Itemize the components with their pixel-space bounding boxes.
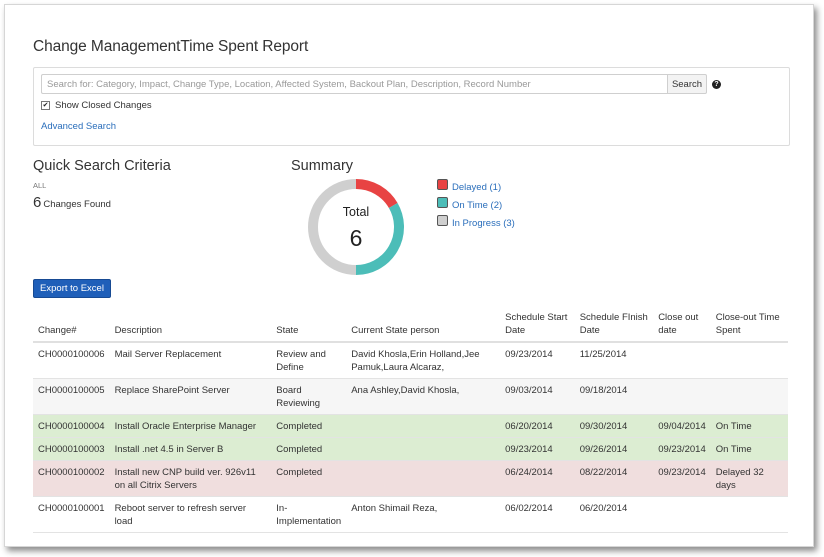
cell-schedule-start: 06/24/2014 [500, 460, 575, 497]
donut-slice-delayed [355, 179, 398, 209]
show-closed-checkbox[interactable]: ✔ [41, 101, 50, 110]
page-title: Change ManagementTime Spent Report [33, 38, 309, 55]
cell-schedule-finish: 09/30/2014 [574, 414, 654, 438]
col-header-description[interactable]: Description [109, 307, 272, 343]
table-row[interactable]: CH0000100005 Replace SharePoint Server B… [33, 378, 788, 415]
cell-close-out-date [653, 378, 711, 415]
cell-change-no: CH0000100005 [33, 378, 110, 415]
changes-found-count: 6 [33, 194, 42, 211]
cell-state: Completed [271, 437, 347, 461]
quick-search-title: Quick Search Criteria [33, 158, 171, 174]
cell-state: Review and Define [271, 342, 347, 379]
export-to-excel-button[interactable]: Export to Excel [33, 279, 111, 298]
legend-item-in-progress[interactable]: In Progress (3) [437, 214, 515, 229]
cell-person [346, 414, 501, 438]
search-panel: Search ? ✔ Show Closed Changes Advanced … [33, 67, 790, 146]
cell-schedule-start: 06/02/2014 [500, 496, 575, 533]
legend-item-delayed[interactable]: Delayed (1) [437, 178, 515, 193]
cell-person [346, 437, 501, 461]
cell-state: Board Reviewing [271, 378, 347, 415]
cell-change-no: CH0000100001 [33, 496, 110, 533]
cell-description: Install Oracle Enterprise Manager [109, 414, 272, 438]
help-icon[interactable]: ? [712, 80, 721, 89]
cell-schedule-start: 09/23/2014 [500, 342, 575, 379]
cell-description: Reboot server to refresh server load [109, 496, 272, 533]
report-window: Change ManagementTime Spent Report Searc… [4, 4, 814, 547]
cell-schedule-finish: 11/25/2014 [574, 342, 654, 379]
cell-change-no: CH0000100002 [33, 460, 110, 497]
col-header-schedule-finish[interactable]: Schedule FInish Date [574, 307, 654, 343]
cell-close-out-date: 09/23/2014 [653, 460, 711, 497]
cell-state: Completed [271, 414, 347, 438]
col-header-state[interactable]: State [271, 307, 347, 343]
cell-schedule-start: 09/23/2014 [500, 437, 575, 461]
cell-time-spent: On Time [710, 437, 788, 461]
show-closed-row[interactable]: ✔ Show Closed Changes [41, 100, 152, 111]
legend-label-in-progress: In Progress (3) [452, 217, 515, 229]
table-row[interactable]: CH0000100004 Install Oracle Enterprise M… [33, 414, 788, 438]
legend-label-on-time: On Time (2) [452, 199, 503, 211]
legend-item-on-time[interactable]: On Time (2) [437, 196, 515, 211]
search-button[interactable]: Search [667, 74, 707, 94]
summary-title: Summary [291, 158, 354, 174]
changes-found-label: Changes Found [43, 199, 111, 210]
cell-person: Ana Ashley,David Khosla, [346, 378, 501, 415]
cell-schedule-start: 06/20/2014 [500, 414, 575, 438]
col-header-time-spent[interactable]: Close-out Time Spent [710, 307, 788, 343]
cell-description: Replace SharePoint Server [109, 378, 272, 415]
changes-table: Change# Description State Current State … [33, 307, 788, 533]
cell-person: Anton Shimail Reza, [346, 496, 501, 533]
cell-state: Completed [271, 460, 347, 497]
col-header-change-no[interactable]: Change# [33, 307, 110, 343]
cell-time-spent: Delayed 32 days [710, 460, 788, 497]
cell-schedule-start: 09/03/2014 [500, 378, 575, 415]
cell-time-spent: On Time [710, 414, 788, 438]
legend-label-delayed: Delayed (1) [452, 181, 502, 193]
cell-close-out-date [653, 496, 711, 533]
cell-close-out-date [653, 342, 711, 379]
donut-total-label: Total [342, 205, 370, 219]
cell-person [346, 460, 501, 497]
cell-close-out-date: 09/04/2014 [653, 414, 711, 438]
cell-schedule-finish: 09/26/2014 [574, 437, 654, 461]
advanced-search-link[interactable]: Advanced Search [41, 121, 116, 132]
cell-state: In-Implementation [271, 496, 347, 533]
cell-description: Install new CNP build ver. 926v11 on all… [109, 460, 272, 497]
cell-description: Install .net 4.5 in Server B [109, 437, 272, 461]
table-row[interactable]: CH0000100002 Install new CNP build ver. … [33, 460, 788, 497]
cell-schedule-finish: 09/18/2014 [574, 378, 654, 415]
cell-change-no: CH0000100006 [33, 342, 110, 379]
cell-schedule-finish: 08/22/2014 [574, 460, 654, 497]
summary-legend: Delayed (1) On Time (2) In Progress (3) [437, 178, 515, 232]
cell-time-spent [710, 378, 788, 415]
cell-time-spent [710, 496, 788, 533]
cell-time-spent [710, 342, 788, 379]
changes-found: 6 Changes Found [33, 194, 111, 211]
search-input[interactable] [41, 74, 672, 94]
cell-change-no: CH0000100004 [33, 414, 110, 438]
cell-description: Mail Server Replacement [109, 342, 272, 379]
col-header-person[interactable]: Current State person [346, 307, 501, 343]
show-closed-label: Show Closed Changes [55, 100, 152, 111]
col-header-close-out-date[interactable]: Close out date [653, 307, 711, 343]
donut-total-value: 6 [349, 225, 363, 251]
cell-person: David Khosla,Erin Holland,Jee Pamuk,Laur… [346, 342, 501, 379]
cell-close-out-date: 09/23/2014 [653, 437, 711, 461]
legend-swatch-delayed [437, 178, 448, 190]
legend-swatch-on-time [437, 196, 448, 208]
col-header-schedule-start[interactable]: Schedule Start Date [500, 307, 575, 343]
quick-search-filter: ALL [33, 181, 47, 190]
table-row[interactable]: CH0000100001 Reboot server to refresh se… [33, 496, 788, 533]
table-header-row: Change# Description State Current State … [33, 307, 788, 343]
table-row[interactable]: CH0000100006 Mail Server Replacement Rev… [33, 342, 788, 379]
legend-swatch-in-progress [437, 214, 448, 226]
cell-schedule-finish: 06/20/2014 [574, 496, 654, 533]
cell-change-no: CH0000100003 [33, 437, 110, 461]
table-row[interactable]: CH0000100003 Install .net 4.5 in Server … [33, 437, 788, 461]
